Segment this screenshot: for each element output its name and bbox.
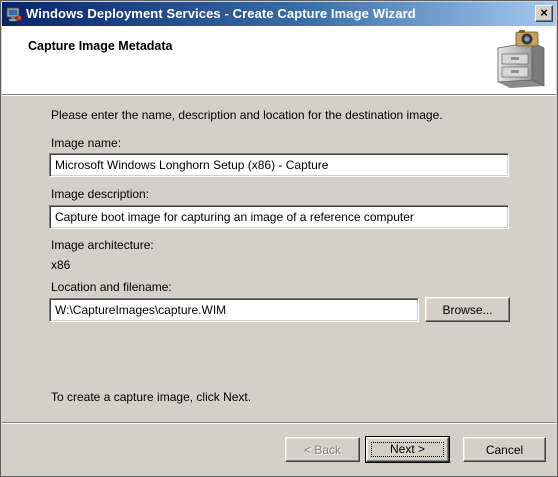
window-title: Windows Deployment Services - Create Cap… [26, 6, 416, 21]
next-button[interactable]: Next > [365, 436, 450, 463]
footer-note: To create a capture image, click Next. [51, 390, 252, 404]
image-description-field[interactable] [49, 205, 509, 229]
image-name-label: Image name: [51, 136, 122, 150]
image-architecture-value: x86 [51, 258, 71, 272]
file-cabinet-camera-icon [492, 28, 548, 90]
wizard-window: Windows Deployment Services - Create Cap… [0, 0, 558, 477]
image-architecture-label: Image architecture: [51, 238, 154, 252]
image-name-field[interactable] [49, 153, 509, 177]
location-label: Location and filename: [51, 280, 172, 294]
cancel-button[interactable]: Cancel [463, 437, 546, 462]
button-separator [2, 422, 556, 424]
close-button[interactable]: × [535, 5, 553, 22]
image-description-label: Image description: [51, 187, 150, 201]
page-title: Capture Image Metadata [28, 39, 173, 53]
wds-app-icon [6, 6, 22, 22]
back-button[interactable]: < Back [285, 437, 360, 462]
intro-text: Please enter the name, description and l… [51, 108, 443, 122]
close-icon: × [540, 5, 548, 20]
title-bar[interactable]: Windows Deployment Services - Create Cap… [2, 2, 556, 26]
next-button-label: Next > [389, 442, 425, 456]
wizard-header: Capture Image Metadata [2, 26, 556, 96]
browse-button[interactable]: Browse... [425, 297, 510, 322]
location-field[interactable] [49, 298, 419, 322]
